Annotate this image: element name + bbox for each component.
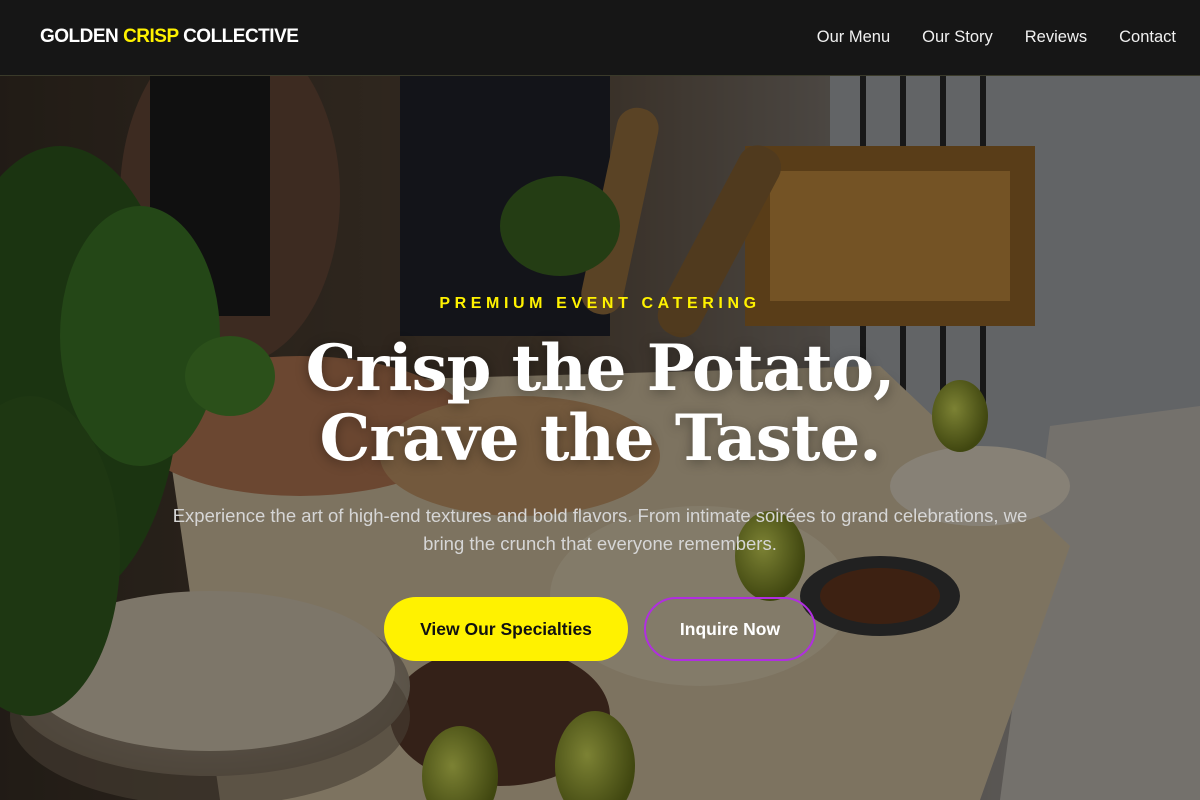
main-nav: Our Menu Our Story Reviews Contact <box>817 28 1176 47</box>
nav-link-reviews[interactable]: Reviews <box>1025 28 1087 47</box>
hero-subtext: Experience the art of high-end textures … <box>172 505 1028 554</box>
logo-text-golden: GOLDEN <box>40 26 124 47</box>
hero-section: PREMIUM EVENT CATERING Crisp the Potato,… <box>0 76 1200 800</box>
view-specialties-button[interactable]: View Our Specialties <box>384 597 628 661</box>
inquire-now-button[interactable]: Inquire Now <box>644 597 816 661</box>
logo-text-collective: COLLECTIVE <box>178 26 299 47</box>
hero-headline-line1: Crisp the Potato, <box>305 331 896 406</box>
hero-headline: Crisp the Potato, Crave the Taste. <box>0 334 1200 474</box>
nav-link-our-menu[interactable]: Our Menu <box>817 28 890 47</box>
hero-eyebrow: PREMIUM EVENT CATERING <box>439 295 761 312</box>
logo-text-crisp: CRISP <box>123 26 179 47</box>
site-header: GOLDEN CRISP COLLECTIVE Our Menu Our Sto… <box>0 0 1200 76</box>
nav-link-our-story[interactable]: Our Story <box>922 28 993 47</box>
site-logo[interactable]: GOLDEN CRISP COLLECTIVE <box>40 26 299 48</box>
nav-link-contact[interactable]: Contact <box>1119 28 1176 47</box>
hero-headline-line2: Crave the Taste. <box>319 401 882 476</box>
